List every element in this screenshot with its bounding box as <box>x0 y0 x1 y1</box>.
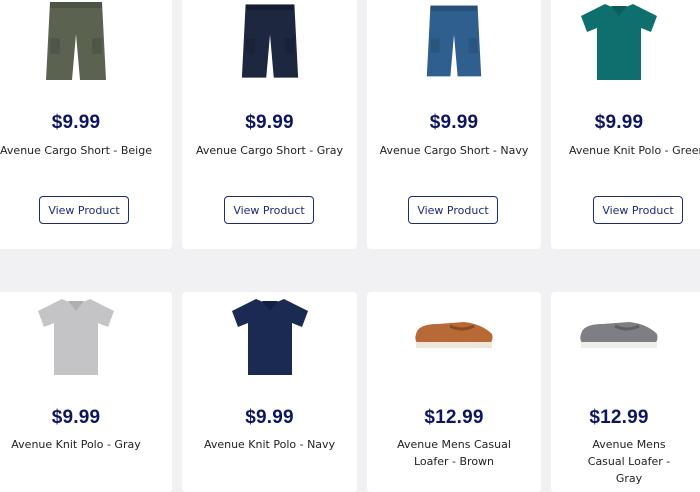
product-price: $9.99 <box>245 407 294 428</box>
product-image[interactable] <box>367 318 541 354</box>
product-card[interactable]: $9.99 Avenue Cargo Short - Gray View Pro… <box>182 0 357 249</box>
product-image[interactable] <box>0 0 172 82</box>
product-card[interactable]: $9.99 Avenue Cargo Short - Navy View Pro… <box>367 0 541 249</box>
product-card[interactable]: $9.99 Avenue Knit Polo - Gray <box>0 292 172 492</box>
view-product-button[interactable]: View Product <box>593 196 683 224</box>
product-name: Avenue Knit Polo - Navy <box>203 438 336 451</box>
product-image[interactable] <box>551 0 687 82</box>
product-card[interactable]: $12.99 Avenue Mens Casual Loafer - Gray <box>551 292 700 492</box>
product-price: $12.99 <box>424 407 484 428</box>
product-name: Avenue Cargo Short - Gray <box>195 144 344 157</box>
product-name: Avenue Knit Polo - Gray <box>11 438 141 451</box>
cargo-short-image <box>241 4 298 78</box>
product-name: Avenue Knit Polo - Green <box>569 144 700 157</box>
product-card[interactable]: $9.99 Avenue Cargo Short - Beige View Pr… <box>0 0 172 249</box>
product-price: $9.99 <box>429 112 479 133</box>
view-product-button[interactable]: View Product <box>224 196 314 224</box>
polo-image <box>38 299 114 375</box>
product-price: $12.99 <box>589 407 649 428</box>
product-price: $9.99 <box>245 112 294 133</box>
cargo-short-image <box>426 5 482 77</box>
product-image[interactable] <box>0 294 172 378</box>
product-image[interactable] <box>551 318 687 354</box>
loafer-image <box>580 322 658 348</box>
product-name: Avenue Cargo Short - Beige <box>0 144 152 157</box>
product-name: Avenue Mens Casual Loafer - Brown <box>397 438 511 468</box>
product-card[interactable]: $12.99 Avenue Mens Casual Loafer - Brown <box>367 292 541 492</box>
product-name: Avenue Mens Casual Loafer - Gray <box>587 438 671 485</box>
product-price: $9.99 <box>51 112 101 133</box>
product-price: $9.99 <box>51 407 101 428</box>
view-product-button[interactable]: View Product <box>39 196 129 224</box>
cargo-short-image <box>46 2 106 80</box>
view-product-button[interactable]: View Product <box>408 196 498 224</box>
product-image[interactable] <box>182 294 357 378</box>
loafer-image <box>415 322 493 348</box>
product-card[interactable]: $9.99 Avenue Knit Polo - Navy <box>182 292 357 492</box>
product-price: $9.99 <box>594 112 644 133</box>
product-card[interactable]: $9.99 Avenue Knit Polo - Green View Prod… <box>551 0 700 249</box>
product-name: Avenue Cargo Short - Navy <box>379 144 529 157</box>
product-image[interactable] <box>182 0 357 82</box>
polo-image <box>581 4 657 80</box>
product-image[interactable] <box>367 0 541 82</box>
polo-image <box>231 299 308 375</box>
